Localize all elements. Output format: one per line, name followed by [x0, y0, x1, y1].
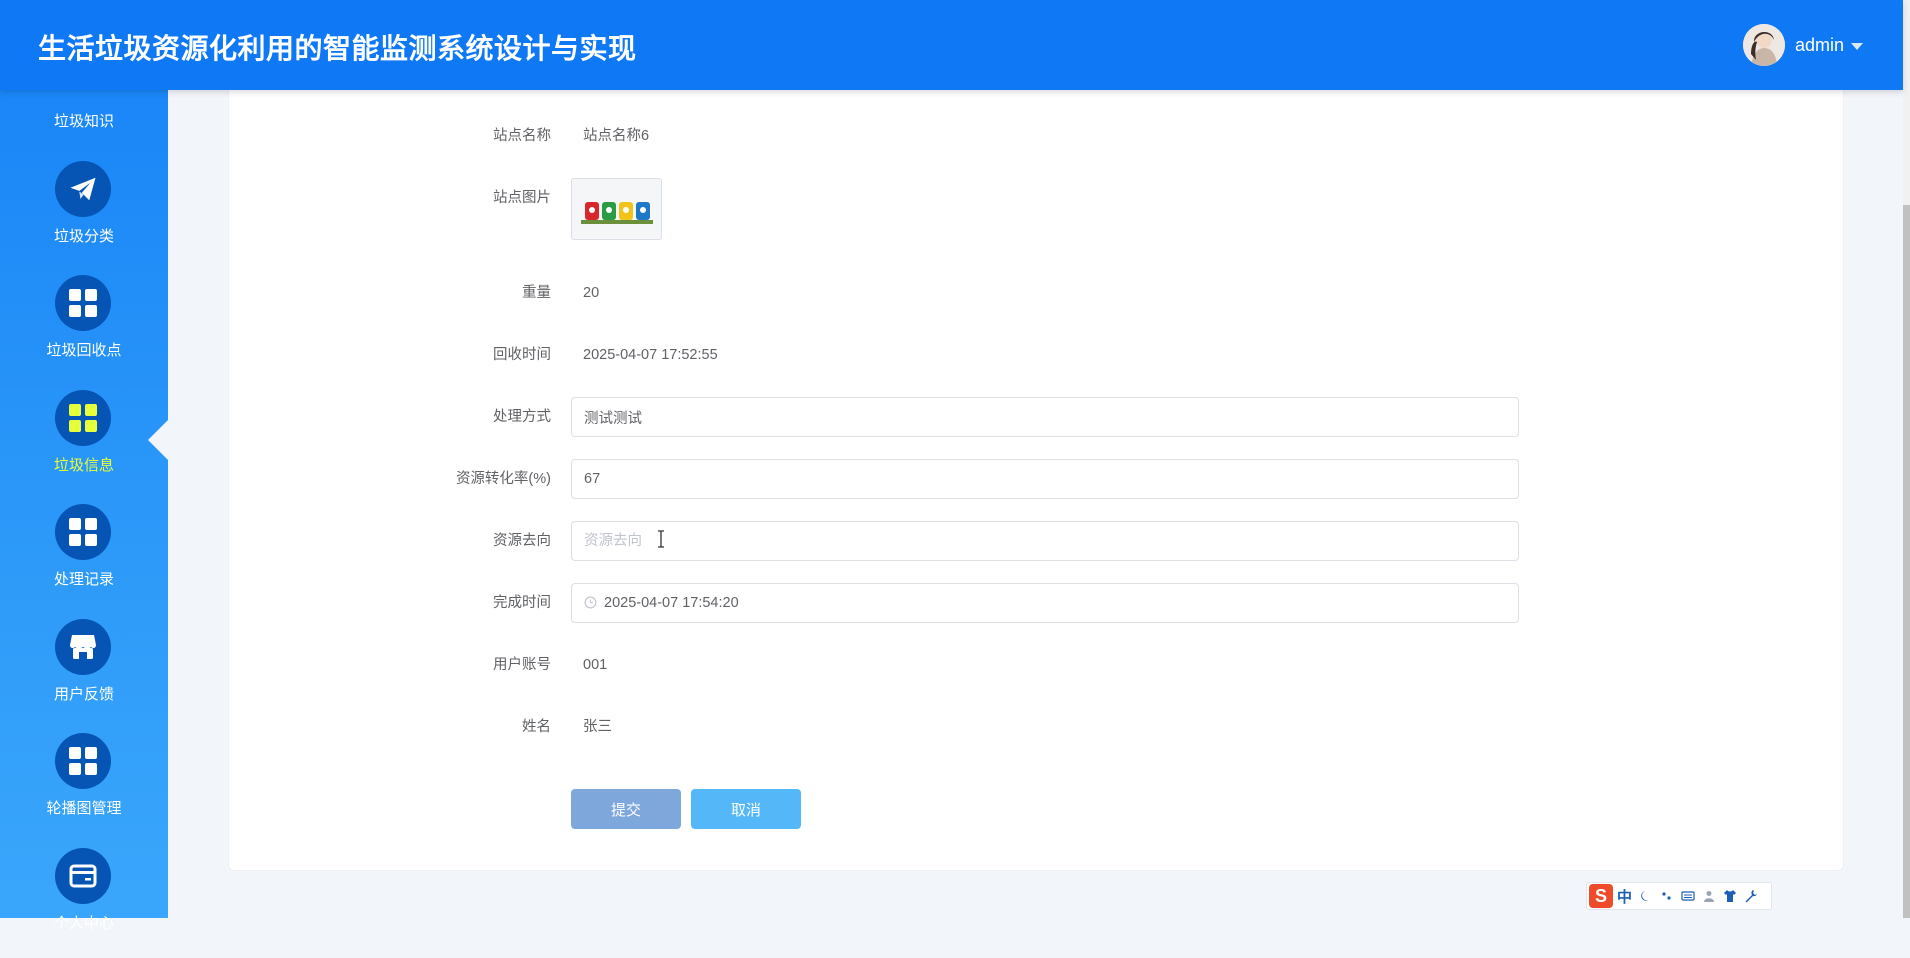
station-image-thumbnail[interactable]: [571, 178, 662, 240]
sidebar-item-profile[interactable]: 个人中心: [0, 848, 168, 958]
storefront-icon: [55, 619, 111, 675]
form-row-weight: 重量 20: [229, 273, 1843, 313]
recycle-time-label: 回收时间: [493, 347, 551, 363]
user-icon[interactable]: [1702, 889, 1716, 903]
scrollbar[interactable]: [1903, 0, 1910, 918]
user-account-label: 用户账号: [493, 657, 551, 673]
sidebar-item-label: 垃圾信息: [53, 457, 114, 474]
sidebar-item-carousel[interactable]: 轮播图管理: [0, 733, 168, 843]
user-menu[interactable]: admin: [1742, 24, 1863, 66]
weight-value: 20: [583, 285, 600, 301]
punctuation-icon[interactable]: [1660, 889, 1674, 903]
station-name-label: 站点名称: [493, 128, 551, 144]
form-row-name: 姓名 张三: [229, 707, 1843, 747]
shirt-skin-icon[interactable]: [1723, 889, 1737, 903]
station-name-value: 站点名称6: [583, 128, 650, 144]
form-actions: 提交 取消: [229, 789, 1843, 829]
process-method-label: 处理方式: [493, 409, 551, 425]
sidebar-item-knowledge[interactable]: 垃圾知识: [0, 110, 168, 131]
form-row-recycle-time: 回收时间 2025-04-07 17:52:55: [229, 335, 1843, 375]
form-row-station-name: 站点名称 站点名称6: [229, 116, 1843, 156]
destination-label: 资源去向: [493, 533, 551, 549]
scrollbar-thumb[interactable]: [1903, 205, 1910, 918]
grid-icon: [55, 390, 111, 446]
wrench-icon[interactable]: [1744, 889, 1758, 903]
name-value: 张三: [583, 719, 612, 735]
submit-button[interactable]: 提交: [571, 789, 681, 829]
ime-mode-toggle[interactable]: 中: [1617, 886, 1632, 907]
destination-input[interactable]: [571, 521, 1519, 561]
sidebar-item-label: 个人中心: [53, 915, 114, 932]
cancel-button[interactable]: 取消: [691, 789, 801, 829]
sidebar-item-process-records[interactable]: 处理记录: [0, 504, 168, 614]
grid-icon: [55, 275, 111, 331]
sidebar-item-label: 垃圾回收点: [46, 342, 122, 359]
user-account-value: 001: [583, 657, 608, 673]
conversion-rate-input[interactable]: [571, 459, 1519, 499]
app-title: 生活垃圾资源化利用的智能监测系统设计与实现: [38, 32, 637, 65]
keyboard-icon[interactable]: [1681, 889, 1695, 903]
sidebar: 垃圾知识 垃圾分类 垃圾回收点 垃圾信息 处理记录 用户反馈 轮播图管理 个人中…: [0, 90, 168, 932]
grid-icon: [55, 504, 111, 560]
form-row-station-image: 站点图片: [229, 178, 1843, 240]
ime-toolbar[interactable]: S 中: [1586, 882, 1772, 910]
conversion-rate-label: 资源转化率(%): [455, 471, 551, 487]
recycle-time-value: 2025-04-07 17:52:55: [583, 347, 718, 363]
name-label: 姓名: [522, 719, 551, 735]
finish-time-label: 完成时间: [493, 595, 551, 611]
moon-icon[interactable]: [1639, 889, 1653, 903]
weight-label: 重量: [522, 285, 551, 301]
form-row-user-account: 用户账号 001: [229, 645, 1843, 685]
username[interactable]: admin: [1795, 35, 1844, 56]
sidebar-item-recycle-points[interactable]: 垃圾回收点: [0, 275, 168, 385]
wallet-card-icon: [55, 848, 111, 904]
sidebar-item-label: 轮播图管理: [46, 800, 122, 817]
top-header: 生活垃圾资源化利用的智能监测系统设计与实现 admin: [0, 0, 1903, 90]
form-row-process-method: 处理方式: [229, 397, 1843, 437]
finish-time-picker[interactable]: 2025-04-07 17:54:20: [571, 583, 1519, 623]
sidebar-item-classification[interactable]: 垃圾分类: [0, 161, 168, 271]
process-method-input[interactable]: [571, 397, 1519, 437]
form-row-conversion-rate: 资源转化率(%): [229, 459, 1843, 499]
sidebar-item-garbage-info[interactable]: 垃圾信息: [0, 390, 168, 500]
form-row-finish-time: 完成时间 2025-04-07 17:54:20: [229, 583, 1843, 623]
active-indicator: [148, 418, 170, 462]
detail-form-card: 站点名称 站点名称6 站点图片 重量 20 回收时间 2025-04-07 17…: [228, 90, 1844, 871]
clock-icon: [584, 596, 598, 610]
paper-plane-icon: [55, 161, 111, 217]
sidebar-item-label: 用户反馈: [53, 686, 114, 703]
sidebar-item-label: 处理记录: [53, 571, 114, 588]
form-row-destination: 资源去向: [229, 521, 1843, 561]
sidebar-item-feedback[interactable]: 用户反馈: [0, 619, 168, 729]
avatar[interactable]: [1742, 24, 1785, 66]
text-cursor-icon: [658, 530, 664, 548]
station-image-label: 站点图片: [493, 190, 551, 206]
ime-logo[interactable]: S: [1589, 884, 1613, 908]
sidebar-item-label: 垃圾分类: [53, 228, 114, 245]
grid-icon: [55, 733, 111, 789]
finish-time-value: 2025-04-07 17:54:20: [604, 595, 739, 611]
caret-down-icon[interactable]: [1851, 42, 1863, 50]
